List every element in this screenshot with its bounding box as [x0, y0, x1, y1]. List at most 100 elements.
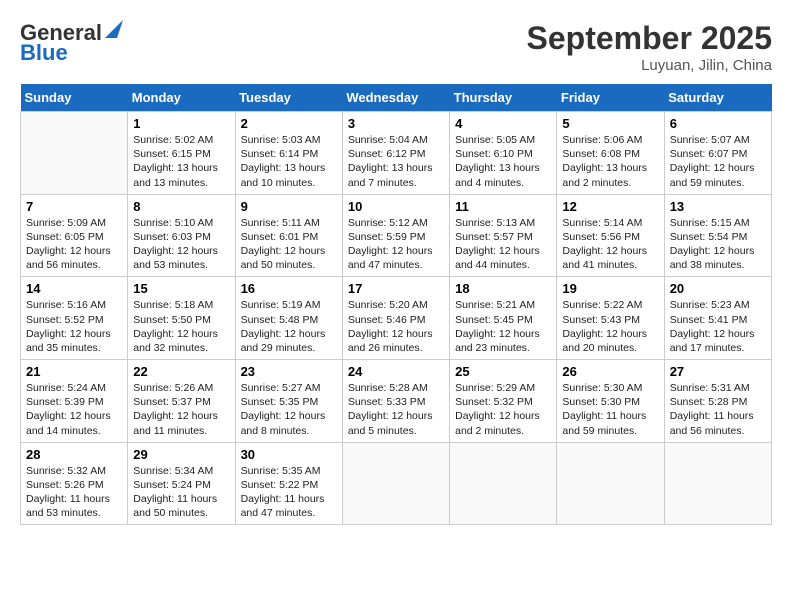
calendar-cell: 22 Sunrise: 5:26 AM Sunset: 5:37 PM Dayl… — [128, 360, 235, 443]
sunset-text: Sunset: 5:24 PM — [133, 479, 211, 491]
calendar-cell — [342, 442, 449, 525]
weekday-header: Thursday — [450, 84, 557, 112]
day-number: 9 — [241, 199, 337, 214]
logo-wing-icon — [103, 18, 125, 40]
calendar-header-row: SundayMondayTuesdayWednesdayThursdayFrid… — [21, 84, 772, 112]
daylight-text: Daylight: 12 hours and 23 minutes. — [455, 328, 540, 354]
daylight-text: Daylight: 13 hours and 13 minutes. — [133, 162, 218, 188]
daylight-text: Daylight: 12 hours and 5 minutes. — [348, 410, 433, 436]
sunset-text: Sunset: 5:28 PM — [670, 396, 748, 408]
calendar-table: SundayMondayTuesdayWednesdayThursdayFrid… — [20, 84, 772, 525]
daylight-text: Daylight: 12 hours and 29 minutes. — [241, 328, 326, 354]
daylight-text: Daylight: 13 hours and 4 minutes. — [455, 162, 540, 188]
calendar-cell: 20 Sunrise: 5:23 AM Sunset: 5:41 PM Dayl… — [664, 277, 771, 360]
sunset-text: Sunset: 5:43 PM — [562, 314, 640, 326]
weekday-header: Sunday — [21, 84, 128, 112]
cell-info: Sunrise: 5:31 AM Sunset: 5:28 PM Dayligh… — [670, 381, 766, 438]
sunset-text: Sunset: 5:52 PM — [26, 314, 104, 326]
cell-info: Sunrise: 5:03 AM Sunset: 6:14 PM Dayligh… — [241, 133, 337, 190]
daylight-text: Daylight: 12 hours and 53 minutes. — [133, 245, 218, 271]
sunrise-text: Sunrise: 5:05 AM — [455, 134, 535, 146]
day-number: 2 — [241, 116, 337, 131]
sunset-text: Sunset: 5:33 PM — [348, 396, 426, 408]
daylight-text: Daylight: 12 hours and 38 minutes. — [670, 245, 755, 271]
cell-info: Sunrise: 5:06 AM Sunset: 6:08 PM Dayligh… — [562, 133, 658, 190]
cell-info: Sunrise: 5:32 AM Sunset: 5:26 PM Dayligh… — [26, 464, 122, 521]
calendar-cell: 27 Sunrise: 5:31 AM Sunset: 5:28 PM Dayl… — [664, 360, 771, 443]
sunrise-text: Sunrise: 5:35 AM — [241, 465, 321, 477]
calendar-cell: 4 Sunrise: 5:05 AM Sunset: 6:10 PM Dayli… — [450, 112, 557, 195]
daylight-text: Daylight: 12 hours and 56 minutes. — [26, 245, 111, 271]
cell-info: Sunrise: 5:10 AM Sunset: 6:03 PM Dayligh… — [133, 216, 229, 273]
daylight-text: Daylight: 13 hours and 10 minutes. — [241, 162, 326, 188]
calendar-cell: 17 Sunrise: 5:20 AM Sunset: 5:46 PM Dayl… — [342, 277, 449, 360]
day-number: 11 — [455, 199, 551, 214]
weekday-header: Saturday — [664, 84, 771, 112]
day-number: 29 — [133, 447, 229, 462]
day-number: 17 — [348, 281, 444, 296]
day-number: 21 — [26, 364, 122, 379]
day-number: 4 — [455, 116, 551, 131]
daylight-text: Daylight: 12 hours and 20 minutes. — [562, 328, 647, 354]
sunset-text: Sunset: 6:03 PM — [133, 231, 211, 243]
daylight-text: Daylight: 11 hours and 47 minutes. — [241, 493, 325, 519]
cell-info: Sunrise: 5:19 AM Sunset: 5:48 PM Dayligh… — [241, 298, 337, 355]
sunrise-text: Sunrise: 5:09 AM — [26, 217, 106, 229]
cell-info: Sunrise: 5:07 AM Sunset: 6:07 PM Dayligh… — [670, 133, 766, 190]
sunrise-text: Sunrise: 5:29 AM — [455, 382, 535, 394]
calendar-cell: 5 Sunrise: 5:06 AM Sunset: 6:08 PM Dayli… — [557, 112, 664, 195]
cell-info: Sunrise: 5:12 AM Sunset: 5:59 PM Dayligh… — [348, 216, 444, 273]
sunrise-text: Sunrise: 5:06 AM — [562, 134, 642, 146]
sunrise-text: Sunrise: 5:19 AM — [241, 299, 321, 311]
sunrise-text: Sunrise: 5:31 AM — [670, 382, 750, 394]
sunrise-text: Sunrise: 5:07 AM — [670, 134, 750, 146]
day-number: 7 — [26, 199, 122, 214]
day-number: 27 — [670, 364, 766, 379]
calendar-week-row: 7 Sunrise: 5:09 AM Sunset: 6:05 PM Dayli… — [21, 194, 772, 277]
cell-info: Sunrise: 5:22 AM Sunset: 5:43 PM Dayligh… — [562, 298, 658, 355]
daylight-text: Daylight: 13 hours and 2 minutes. — [562, 162, 647, 188]
daylight-text: Daylight: 12 hours and 32 minutes. — [133, 328, 218, 354]
daylight-text: Daylight: 12 hours and 35 minutes. — [26, 328, 111, 354]
cell-info: Sunrise: 5:20 AM Sunset: 5:46 PM Dayligh… — [348, 298, 444, 355]
sunrise-text: Sunrise: 5:28 AM — [348, 382, 428, 394]
day-number: 23 — [241, 364, 337, 379]
daylight-text: Daylight: 12 hours and 59 minutes. — [670, 162, 755, 188]
day-number: 19 — [562, 281, 658, 296]
sunset-text: Sunset: 5:26 PM — [26, 479, 104, 491]
sunset-text: Sunset: 5:37 PM — [133, 396, 211, 408]
sunset-text: Sunset: 5:41 PM — [670, 314, 748, 326]
sunset-text: Sunset: 5:50 PM — [133, 314, 211, 326]
daylight-text: Daylight: 11 hours and 50 minutes. — [133, 493, 217, 519]
sunset-text: Sunset: 6:12 PM — [348, 148, 426, 160]
logo: General Blue — [20, 20, 125, 66]
calendar-cell: 1 Sunrise: 5:02 AM Sunset: 6:15 PM Dayli… — [128, 112, 235, 195]
calendar-cell: 8 Sunrise: 5:10 AM Sunset: 6:03 PM Dayli… — [128, 194, 235, 277]
day-number: 13 — [670, 199, 766, 214]
cell-info: Sunrise: 5:04 AM Sunset: 6:12 PM Dayligh… — [348, 133, 444, 190]
cell-info: Sunrise: 5:09 AM Sunset: 6:05 PM Dayligh… — [26, 216, 122, 273]
sunset-text: Sunset: 6:05 PM — [26, 231, 104, 243]
cell-info: Sunrise: 5:29 AM Sunset: 5:32 PM Dayligh… — [455, 381, 551, 438]
daylight-text: Daylight: 11 hours and 53 minutes. — [26, 493, 110, 519]
daylight-text: Daylight: 11 hours and 56 minutes. — [670, 410, 754, 436]
sunset-text: Sunset: 5:35 PM — [241, 396, 319, 408]
day-number: 30 — [241, 447, 337, 462]
cell-info: Sunrise: 5:27 AM Sunset: 5:35 PM Dayligh… — [241, 381, 337, 438]
sunrise-text: Sunrise: 5:15 AM — [670, 217, 750, 229]
sunrise-text: Sunrise: 5:24 AM — [26, 382, 106, 394]
calendar-cell: 19 Sunrise: 5:22 AM Sunset: 5:43 PM Dayl… — [557, 277, 664, 360]
sunrise-text: Sunrise: 5:20 AM — [348, 299, 428, 311]
sunrise-text: Sunrise: 5:32 AM — [26, 465, 106, 477]
daylight-text: Daylight: 13 hours and 7 minutes. — [348, 162, 433, 188]
calendar-cell: 18 Sunrise: 5:21 AM Sunset: 5:45 PM Dayl… — [450, 277, 557, 360]
cell-info: Sunrise: 5:18 AM Sunset: 5:50 PM Dayligh… — [133, 298, 229, 355]
day-number: 24 — [348, 364, 444, 379]
calendar-cell: 15 Sunrise: 5:18 AM Sunset: 5:50 PM Dayl… — [128, 277, 235, 360]
weekday-header: Tuesday — [235, 84, 342, 112]
sunrise-text: Sunrise: 5:16 AM — [26, 299, 106, 311]
sunset-text: Sunset: 6:07 PM — [670, 148, 748, 160]
sunset-text: Sunset: 6:15 PM — [133, 148, 211, 160]
sunrise-text: Sunrise: 5:27 AM — [241, 382, 321, 394]
cell-info: Sunrise: 5:16 AM Sunset: 5:52 PM Dayligh… — [26, 298, 122, 355]
